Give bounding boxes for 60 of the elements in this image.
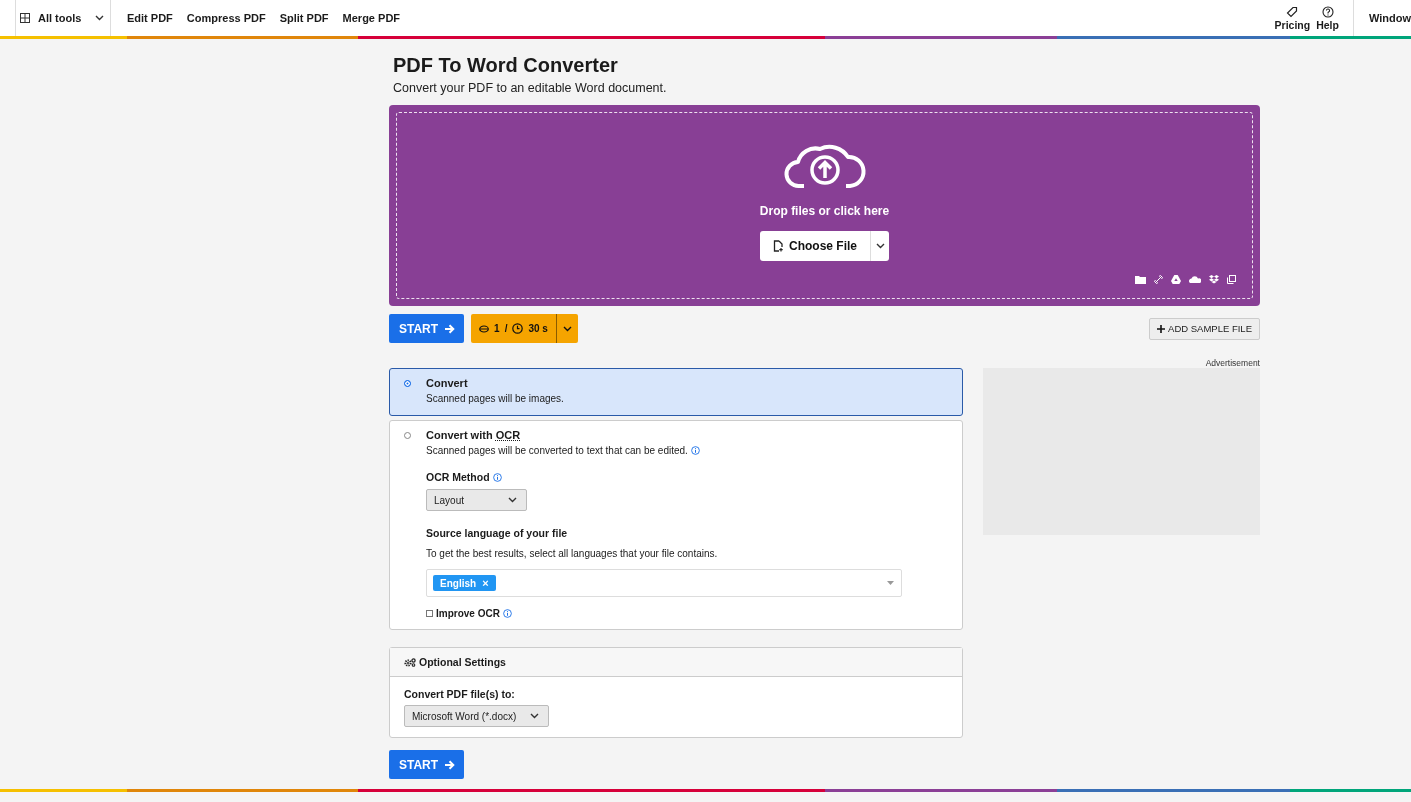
clock-icon (512, 323, 524, 334)
coin-icon (479, 324, 490, 333)
page-title: PDF To Word Converter (393, 53, 619, 77)
caret-icon (530, 713, 539, 719)
nav-link[interactable]: Merge PDF (342, 12, 401, 24)
panel-title: Optional Settings (419, 656, 506, 668)
arrow-right-icon (444, 759, 456, 770)
triangle-drive-icon[interactable] (1171, 275, 1181, 284)
quota-button[interactable]: 1 / 30 s (471, 314, 556, 343)
folder-icon[interactable] (1135, 275, 1146, 284)
caret-icon (508, 497, 517, 503)
link-icon[interactable] (1154, 275, 1163, 284)
radio-button[interactable] (404, 432, 411, 439)
page-subtitle: Convert your PDF to an editable Word document. (393, 81, 668, 95)
field-label: OCR Method (426, 471, 948, 484)
option-card[interactable] (389, 420, 963, 630)
caret-icon (95, 15, 104, 21)
caret-icon (887, 581, 894, 585)
checkbox-label: Improve OCR (436, 608, 500, 619)
caret-icon (875, 243, 885, 249)
start-button[interactable]: START (389, 750, 465, 779)
file-add-icon (773, 240, 783, 252)
help-link[interactable]: Help (1316, 5, 1339, 31)
info-icon[interactable] (502, 609, 512, 618)
copy-icon[interactable] (1227, 275, 1236, 284)
field-label: Source language of your file (426, 527, 569, 540)
help-icon (1321, 5, 1334, 18)
drop-prompt: Drop files or click here (759, 204, 890, 218)
option-title: Convert (426, 377, 469, 390)
checkbox[interactable] (426, 610, 433, 617)
hint-text: To get the best results, select all languages that your file contains. (426, 548, 719, 559)
option-card[interactable]: Convert Scanned pages will be images. (389, 368, 963, 416)
gears-icon (404, 657, 416, 667)
box-icon[interactable] (1209, 275, 1219, 284)
cloud-icon[interactable] (1189, 276, 1201, 283)
tag-icon (1286, 5, 1299, 18)
nav-link[interactable]: Edit PDF (127, 12, 173, 24)
ad-label: Advertisement (1204, 358, 1260, 368)
field-label: Convert PDF file(s) to: (404, 688, 516, 700)
radio-button[interactable] (404, 380, 411, 387)
grid-icon (20, 13, 30, 23)
option-description: Scanned pages will be images. (426, 392, 565, 405)
arrow-right-icon (444, 323, 456, 334)
caret-icon (562, 325, 572, 332)
choose-file-button[interactable]: Choose File (760, 231, 870, 261)
info-icon[interactable] (690, 446, 700, 455)
abbreviation: OCR (495, 429, 521, 441)
dropdown-toggle-button[interactable] (555, 314, 578, 343)
language-tag: English × (433, 575, 496, 591)
info-icon[interactable] (492, 473, 502, 482)
pricing-link[interactable]: Pricing (1274, 5, 1311, 31)
plus-icon (1157, 324, 1166, 333)
option-description: Scanned pages will be converted to text that can be edited. (426, 444, 948, 457)
start-button[interactable]: START (389, 314, 465, 343)
nav-link[interactable]: Split PDF (279, 12, 329, 24)
ocr-method-select[interactable]: Layout (426, 489, 527, 511)
option-title: Convert with OCR (426, 429, 522, 442)
format-select[interactable]: Microsoft Word (*.docx) (404, 705, 549, 727)
add-sample-file-button[interactable]: ADD SAMPLE FILE (1149, 317, 1260, 340)
nav-link[interactable]: Compress PDF (186, 12, 266, 24)
